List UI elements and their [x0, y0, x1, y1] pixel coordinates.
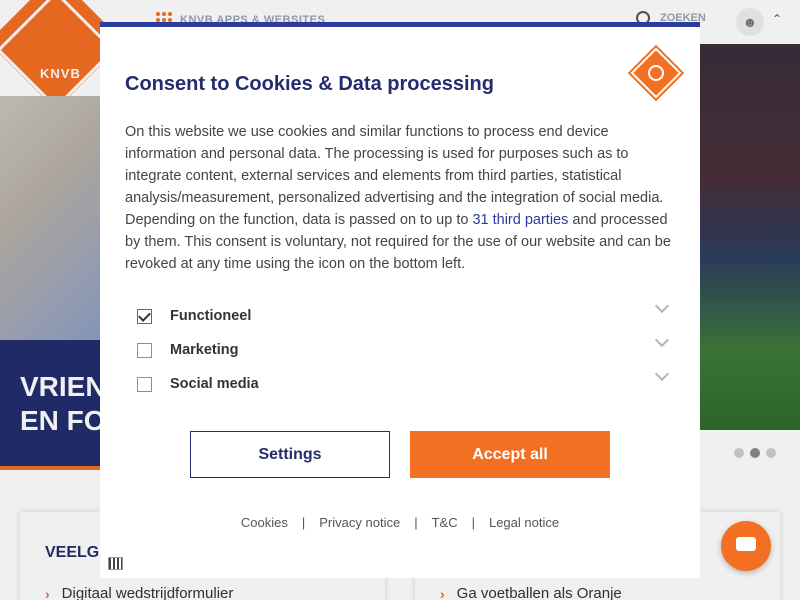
option-functioneel[interactable]: Functioneel	[137, 298, 670, 327]
tc-link[interactable]: T&C	[432, 515, 458, 530]
consent-modal: Consent to Cookies & Data processing On …	[100, 22, 700, 578]
modal-title: Consent to Cookies & Data processing	[125, 73, 494, 95]
accept-all-button[interactable]: Accept all	[410, 431, 610, 478]
cookies-link[interactable]: Cookies	[241, 515, 288, 530]
third-parties-link[interactable]: 31 third parties	[472, 212, 568, 228]
option-social-media[interactable]: Social media	[137, 366, 670, 395]
marketing-checkbox[interactable]	[137, 342, 152, 358]
chat-icon	[736, 537, 756, 551]
separator: |	[471, 515, 475, 530]
privacy-settings-icon[interactable]	[108, 557, 123, 570]
legal-notice-link[interactable]: Legal notice	[489, 515, 559, 530]
footer-links: Cookies | Privacy notice | T&C | Legal n…	[100, 515, 700, 530]
chevron-down-icon[interactable]	[654, 332, 670, 348]
option-label: Marketing	[170, 342, 239, 358]
option-label: Social media	[170, 376, 259, 392]
modal-description: On this website we use cookies and simil…	[125, 121, 680, 275]
social-media-checkbox[interactable]	[137, 376, 152, 392]
separator: |	[414, 515, 418, 530]
separator: |	[301, 515, 306, 530]
privacy-notice-link[interactable]: Privacy notice	[319, 515, 400, 530]
settings-button[interactable]: Settings	[190, 431, 390, 478]
functioneel-checkbox[interactable]	[137, 308, 152, 324]
lion-icon	[648, 65, 664, 81]
chat-button[interactable]	[721, 521, 771, 571]
option-label: Functioneel	[170, 308, 252, 324]
knvb-logo-icon	[627, 44, 685, 102]
chevron-down-icon[interactable]	[654, 366, 670, 382]
chevron-down-icon[interactable]	[654, 298, 670, 314]
option-marketing[interactable]: Marketing	[137, 332, 670, 361]
